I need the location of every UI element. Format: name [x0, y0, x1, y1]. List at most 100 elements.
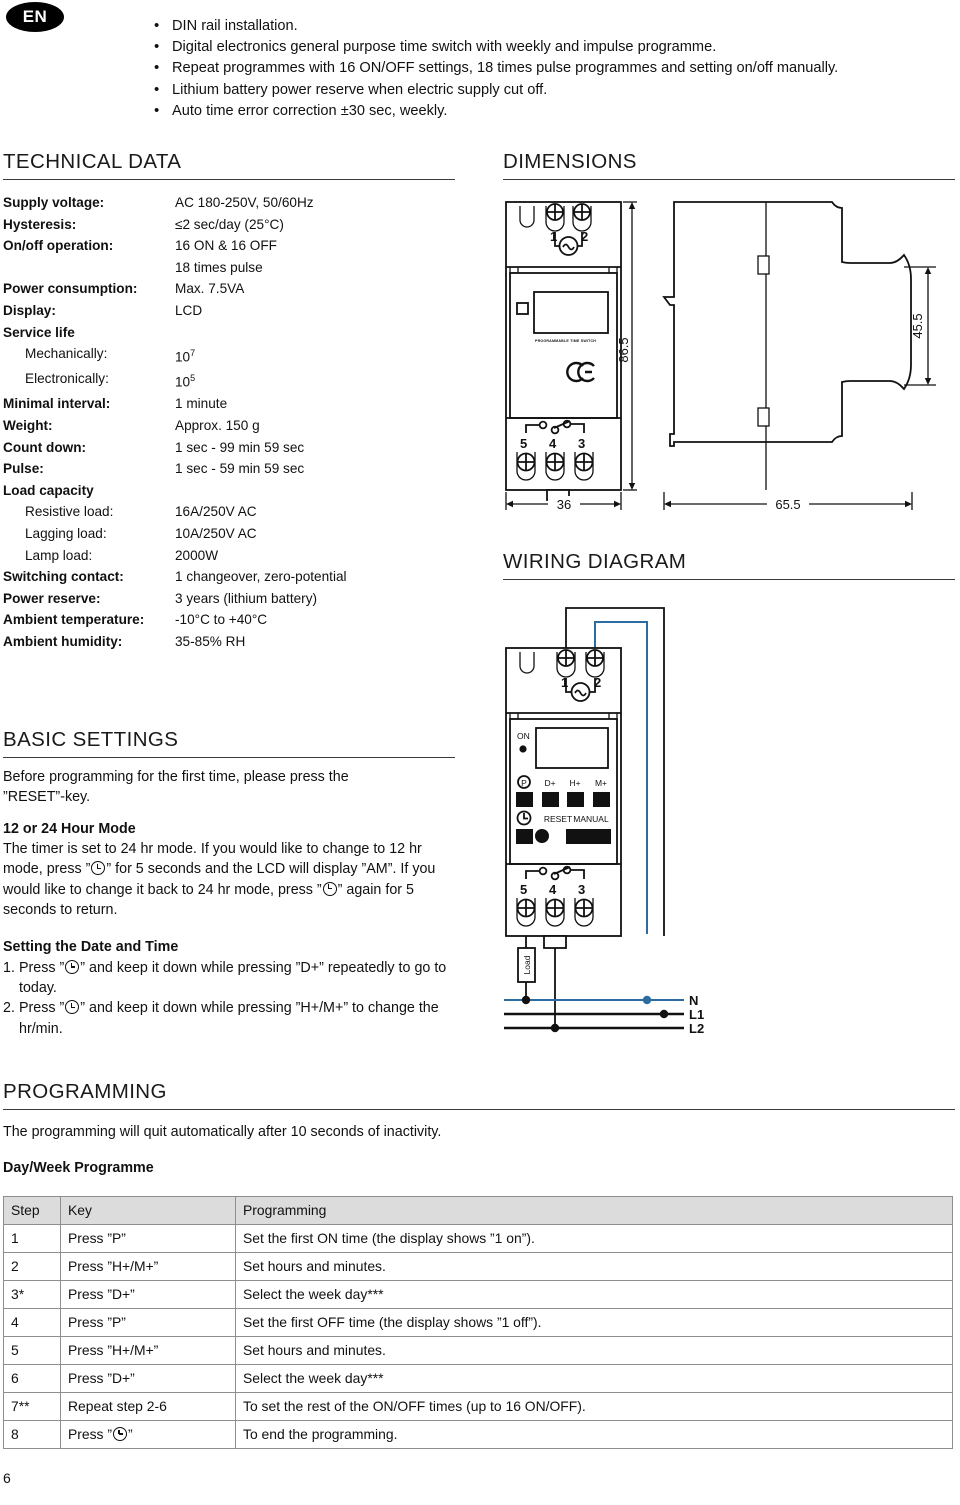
spec-value [175, 322, 458, 344]
language-badge: EN [6, 2, 64, 32]
language-badge-label: EN [22, 7, 48, 26]
button-m-plus-label: M+ [595, 778, 607, 788]
table-row: 2 Press ”H+/M+” Set hours and minutes. [3, 1252, 953, 1281]
list-item: Auto time error correction ±30 sec, week… [150, 100, 960, 122]
spec-value: 10A/250V AC [175, 525, 257, 541]
button-manual[interactable]: MANUAL [566, 814, 611, 844]
cell-programming: Select the week day*** [235, 1280, 953, 1309]
section-title: PROGRAMMING [3, 1080, 167, 1103]
spec-key: On/off operation: [3, 238, 114, 254]
feature-list: DIN rail installation. Digital electroni… [110, 15, 960, 122]
clock-icon [65, 960, 80, 974]
spec-key: Ambient humidity: [3, 633, 123, 649]
device-side-view [662, 201, 912, 490]
cell-programming: Set the first OFF time (the display show… [235, 1308, 953, 1337]
clock-icon [91, 861, 106, 876]
terminal-label-1: 1 [550, 229, 557, 244]
on-indicator-led [519, 745, 527, 753]
on-indicator-label: ON [517, 731, 530, 741]
spec-row: Ambient humidity: 35-85% RH [3, 631, 458, 653]
spec-value: 35-85% RH [175, 633, 246, 649]
cell-step: 6 [3, 1364, 61, 1393]
spec-row: Electronically: 105 [3, 368, 458, 393]
list-item: 2. Press ”” and keep it down while press… [3, 998, 465, 1038]
button-manual-label: MANUAL [573, 814, 609, 824]
spec-value: 107 [175, 348, 196, 365]
step-number: 2. [3, 1000, 15, 1017]
bus-label-l2: L2 [689, 1021, 704, 1036]
cell-step: 3* [3, 1280, 61, 1309]
spec-value: Approx. 150 g [175, 418, 260, 433]
spec-key: Switching contact: [3, 569, 124, 585]
column-header-programming: Programming [235, 1196, 953, 1225]
step-number: 1. [3, 960, 15, 976]
spec-value: 1 minute [175, 396, 228, 412]
list-item: DIN rail installation. [150, 15, 960, 37]
spec-row: Load capacity [3, 480, 458, 502]
list-item: Lithium battery power reserve when elect… [150, 79, 960, 101]
spec-row: Ambient temperature: -10°C to +40°C [3, 609, 458, 631]
spec-value: -10°C to +40°C [175, 612, 268, 628]
cell-step: 1 [3, 1224, 61, 1253]
section-title: DIMENSIONS [503, 150, 637, 173]
wiring-diagram: 1 2 ON P D+ H+ M+ RESET MANUAL 5 4 3 Loa… [504, 607, 704, 1036]
clock-icon [65, 1000, 80, 1015]
hour-mode-title: 12 or 24 Hour Mode [3, 821, 136, 837]
cell-programming: To end the programming. [235, 1420, 953, 1449]
step-text: Press ”” and keep it down while pressing… [19, 958, 465, 998]
hour-mode-text: The timer is set to 24 hr mode. If you w… [3, 839, 465, 920]
programming-steps-table: Step Key Programming 1 Press ”P” Set the… [3, 1196, 953, 1449]
programming-section-header: PROGRAMMING [3, 1080, 955, 1110]
terminal-label-3: 3 [578, 882, 585, 897]
dimension-depth: 65.5 [663, 492, 913, 512]
device-model-label: PROGRAMMABLE TIME SWITCH [535, 339, 596, 343]
spec-key: Minimal interval: [3, 396, 111, 412]
cell-key: Repeat step 2-6 [60, 1392, 236, 1421]
spec-row: Pulse: 1 sec - 59 min 59 sec [3, 458, 458, 480]
page-number: 6 [3, 1470, 11, 1486]
table-row: 1 Press ”P” Set the first ON time (the d… [3, 1224, 953, 1253]
cell-key-prefix: Press ” [68, 1426, 112, 1442]
cell-key: Press ”P” [60, 1224, 236, 1253]
spec-row: Minimal interval: 1 minute [3, 393, 458, 415]
spec-row: Switching contact: 1 changeover, zero-pot… [3, 566, 458, 588]
spec-key [3, 257, 175, 279]
spec-key: Supply voltage: [3, 195, 105, 210]
cell-programming: Select the week day*** [235, 1364, 953, 1393]
hour-mode-block: 12 or 24 Hour Mode The timer is set to 2… [3, 819, 465, 920]
list-item: Digital electronics general purpose time… [150, 36, 960, 58]
terminal-label-5: 5 [520, 436, 527, 451]
dimension-label-depth: 65.5 [775, 497, 800, 512]
list-item: 1. Press ”” and keep it down while press… [3, 958, 465, 998]
cell-step: 2 [3, 1252, 61, 1281]
datetime-title: Setting the Date and Time [3, 939, 179, 955]
load-label: Load [522, 955, 532, 974]
basic-settings-intro: Before programming for the first time, p… [3, 767, 465, 807]
button-h-plus-label: H+ [569, 778, 580, 788]
button-d-plus-label: D+ [544, 778, 555, 788]
spec-row: 18 times pulse [3, 257, 458, 279]
cell-step: 4 [3, 1308, 61, 1337]
step-text: Press ”” and keep it down while pressing… [19, 998, 465, 1038]
spec-key: Pulse: [3, 461, 44, 477]
terminal-label-4: 4 [549, 882, 557, 897]
cell-programming: Set hours and minutes. [235, 1252, 953, 1281]
spec-row: Power reserve: 3 years (lithium battery) [3, 588, 458, 610]
spec-value: 3 years (lithium battery) [175, 590, 318, 606]
terminal-label-4: 4 [549, 436, 557, 451]
spec-value [175, 480, 458, 502]
programming-subheading: Day/Week Programme [3, 1160, 154, 1176]
spec-key: Service life [3, 324, 75, 340]
step-text-a: Press ” [19, 960, 65, 976]
terminal-label-1: 1 [561, 675, 568, 690]
spec-key: Mechanically: [25, 346, 108, 362]
spec-key: Lamp load: [25, 547, 93, 563]
spec-row: Mechanically: 107 [3, 343, 458, 368]
spec-key: Power reserve: [3, 590, 101, 606]
spec-value: 16A/250V AC [175, 504, 257, 520]
spec-key: Ambient temperature: [3, 612, 145, 628]
divider [503, 579, 955, 580]
spec-value: 18 times pulse [175, 259, 263, 275]
column-header-key: Key [60, 1196, 236, 1225]
spec-value: 1 changeover, zero-potential [175, 569, 347, 585]
